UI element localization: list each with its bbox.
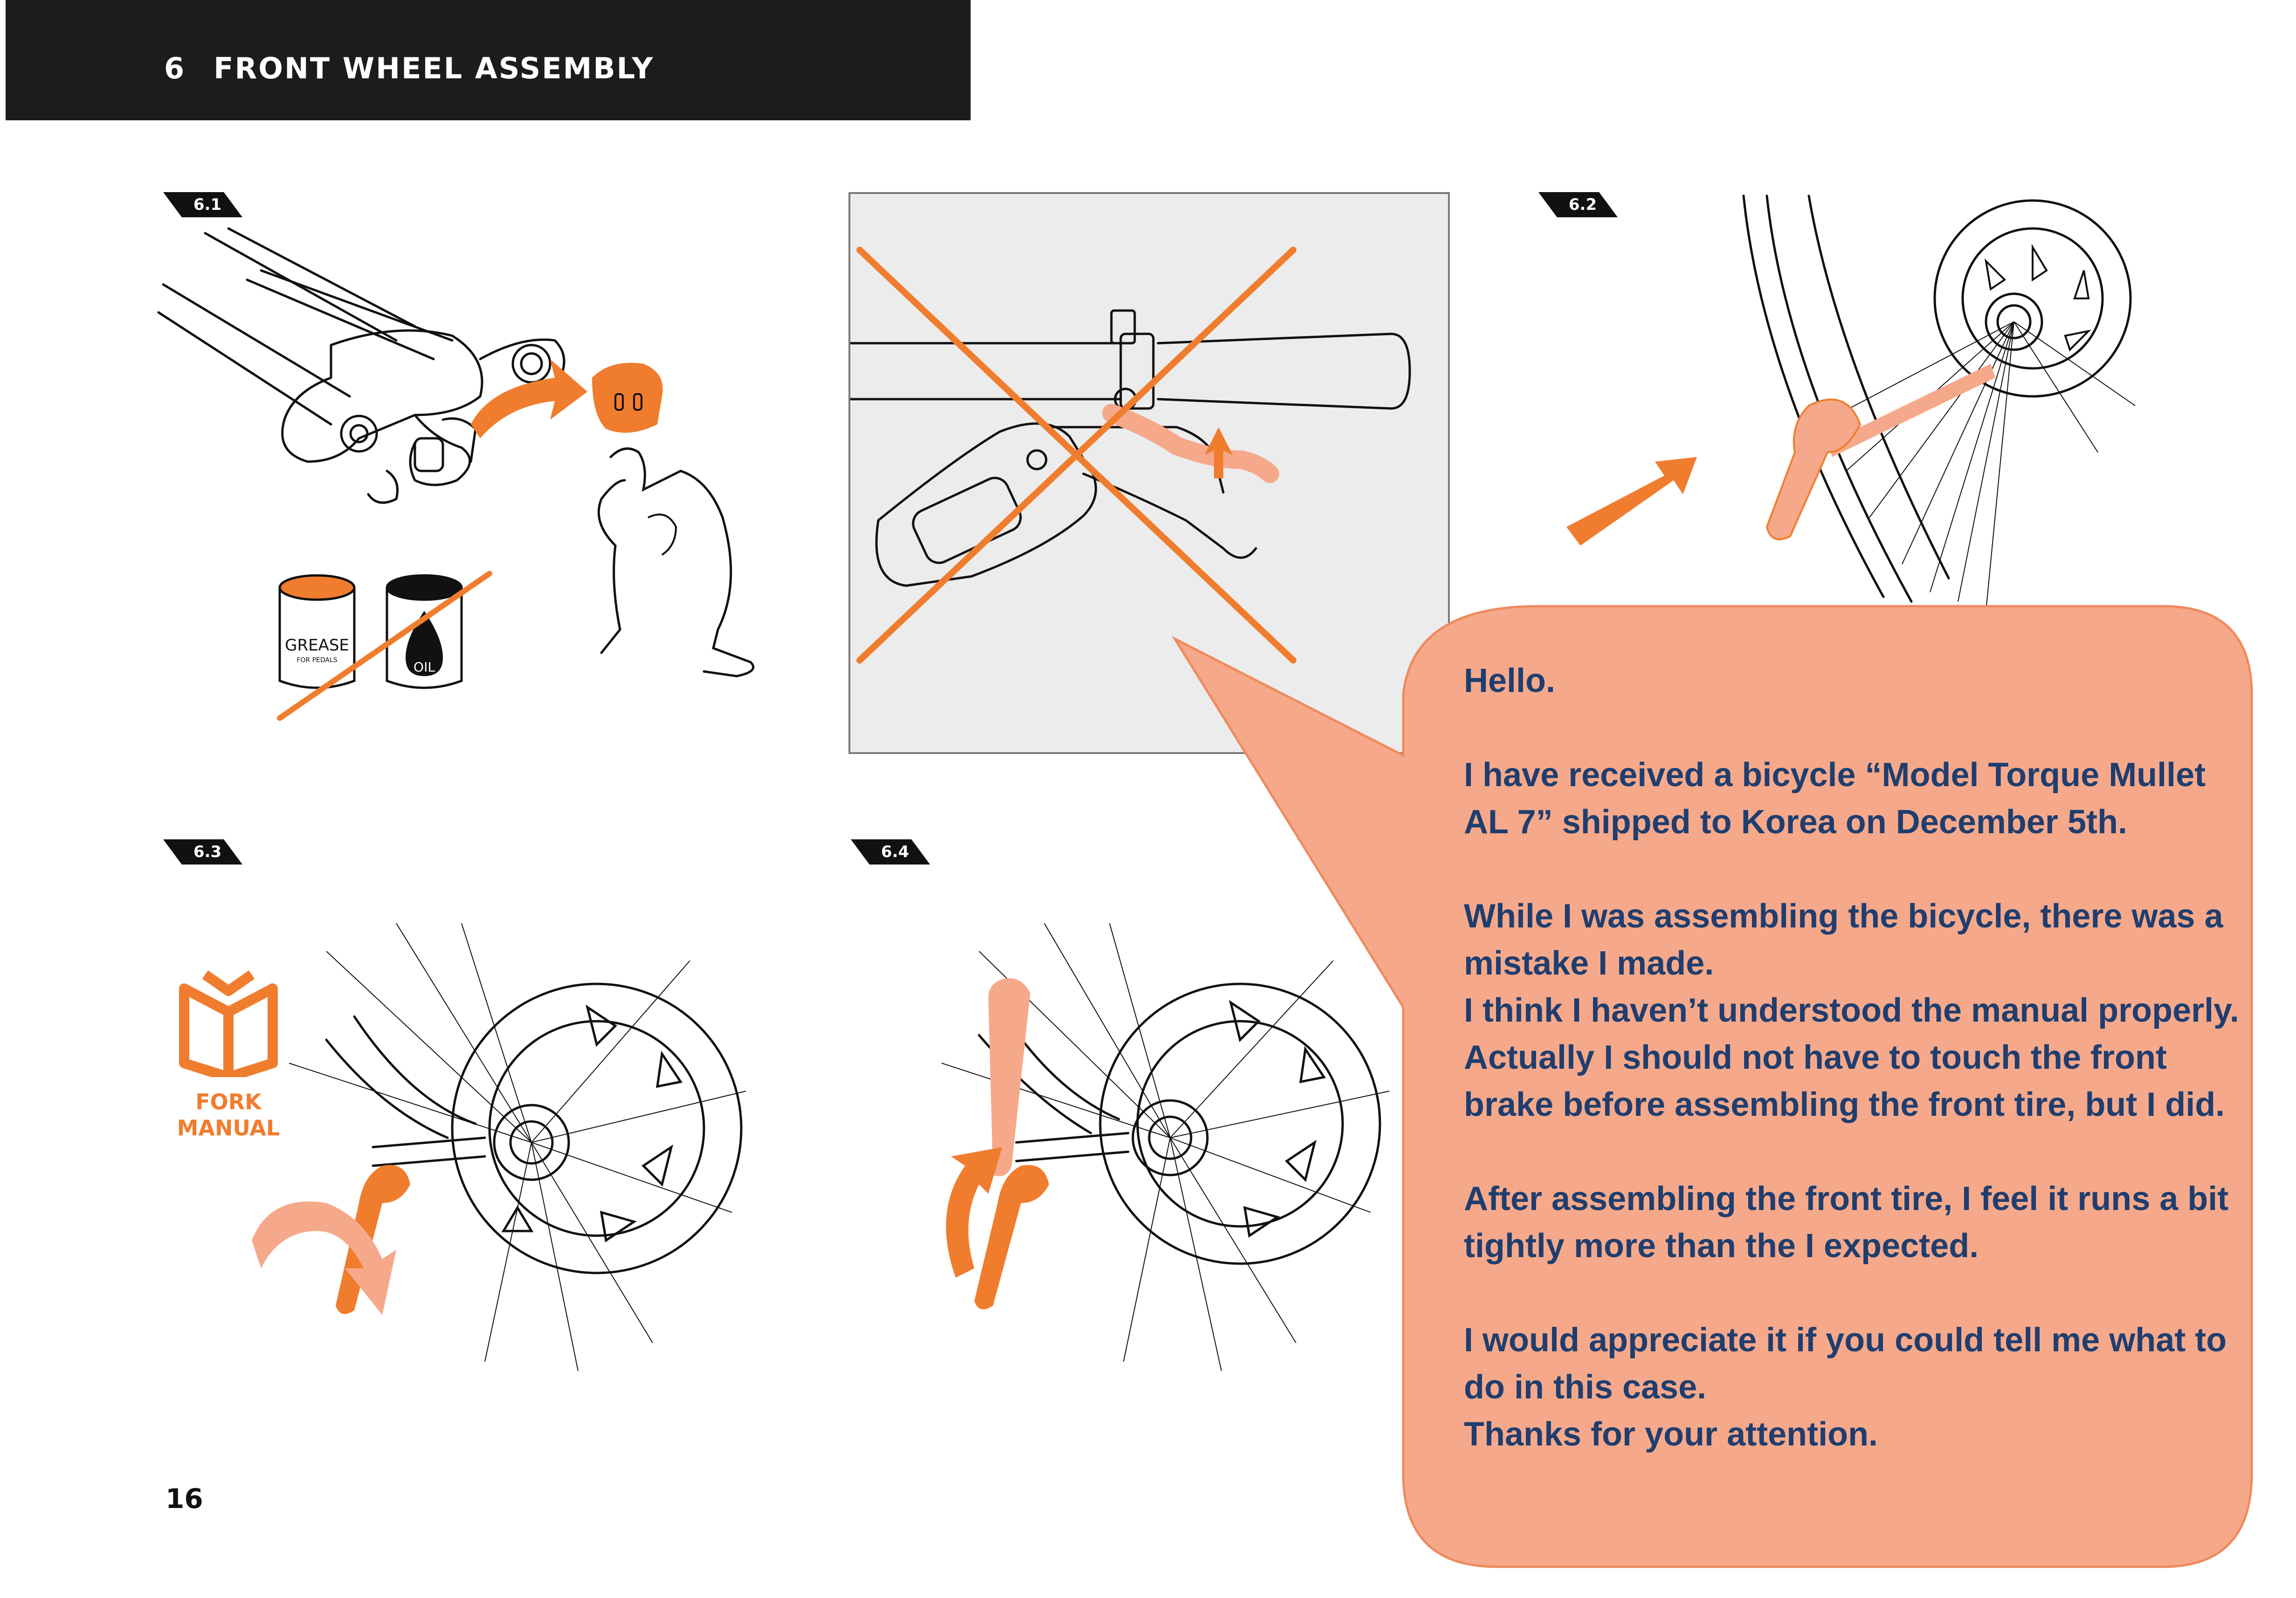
customer-message: Hello. I have received a bicycle “Model … — [1464, 657, 2247, 1458]
manual-page: 6 FRONT WHEEL ASSEMBLY 6.1 6.2 6.3 6.4 G… — [0, 0, 2296, 1598]
message-greeting: Hello. — [1464, 662, 1556, 699]
quick-release-insert-illustration — [1566, 194, 2136, 611]
step-label: 6.1 — [193, 195, 222, 214]
section-number: 6 — [164, 51, 186, 85]
brake-lever-highlight — [1102, 404, 1279, 483]
quick-release-open-lever-icon — [988, 978, 1030, 1176]
brake-lever-illustration — [849, 247, 1411, 664]
page-number: 16 — [165, 1483, 203, 1515]
step-tag-6-3: 6.3 — [163, 839, 242, 865]
step-label: 6.3 — [193, 843, 222, 861]
quick-release-close-illustration — [252, 923, 746, 1371]
oil-label: OIL — [414, 659, 435, 675]
do-not-panel — [848, 192, 1450, 754]
step-label: 6.4 — [881, 843, 910, 861]
arrow-icon — [471, 359, 587, 438]
section-title-text: FRONT WHEEL ASSEMBLY — [214, 51, 655, 85]
step-tag-6-1: 6.1 — [163, 192, 242, 217]
pad-spacer-icon — [592, 363, 663, 433]
grease-label: GREASE — [285, 636, 349, 655]
message-paragraph: I would appreciate it if you could tell … — [1464, 1321, 2227, 1406]
oil-can-icon: OIL — [386, 574, 463, 689]
grease-sublabel: FOR PEDALS — [296, 657, 337, 664]
quick-release-open-illustration — [941, 923, 1390, 1371]
message-closing: Thanks for your attention. — [1464, 1416, 1878, 1453]
grease-can-icon: GREASE FOR PEDALS — [278, 574, 356, 689]
message-paragraph: While I was assembling the bicycle, ther… — [1464, 898, 2223, 982]
section-header: 6 FRONT WHEEL ASSEMBLY — [6, 0, 971, 120]
section-title: 6 FRONT WHEEL ASSEMBLY — [164, 51, 654, 85]
message-paragraph: I have received a bicycle “Model Torque … — [1464, 756, 2206, 841]
arrow-up-icon — [1205, 427, 1233, 478]
message-paragraph: I think I haven’t understood the manual … — [1464, 992, 2239, 1123]
step-tag-6-4: 6.4 — [851, 839, 930, 865]
arrow-icon — [1566, 457, 1697, 546]
message-paragraph: After assembling the front tire, I feel … — [1464, 1180, 2229, 1265]
fork-dropout-illustration: GREASE FOR PEDALS OIL — [157, 227, 755, 721]
hand-icon — [597, 447, 755, 678]
